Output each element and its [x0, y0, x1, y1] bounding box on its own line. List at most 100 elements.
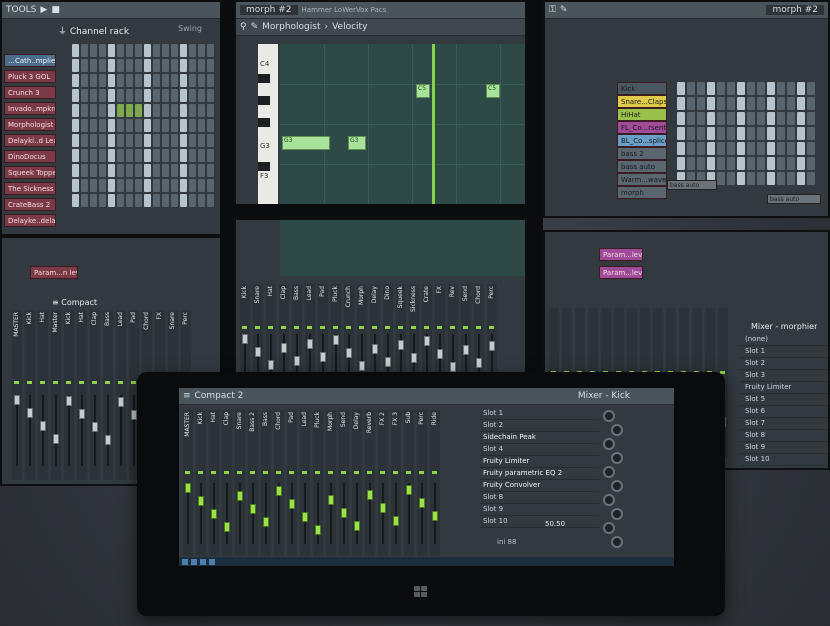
- step-button[interactable]: [757, 127, 765, 140]
- step-button[interactable]: [162, 44, 169, 57]
- step-button[interactable]: [135, 74, 142, 87]
- step-button[interactable]: [787, 142, 795, 155]
- step-button[interactable]: [737, 142, 745, 155]
- insert-slot[interactable]: Slot 2: [741, 358, 827, 370]
- step-button[interactable]: [189, 149, 196, 162]
- step-button[interactable]: [189, 74, 196, 87]
- step-button[interactable]: [99, 89, 106, 102]
- channel-button[interactable]: DinoDocus: [4, 150, 56, 163]
- step-button[interactable]: [153, 134, 160, 147]
- track-button[interactable]: Kick: [617, 82, 667, 95]
- step-button[interactable]: [787, 172, 795, 185]
- step-button[interactable]: [777, 157, 785, 170]
- step-button[interactable]: [135, 194, 142, 207]
- note[interactable]: C5: [416, 84, 430, 98]
- channel-button[interactable]: Invado..mpkrnl: [4, 102, 56, 115]
- step-button[interactable]: [807, 172, 815, 185]
- step-button[interactable]: [81, 89, 88, 102]
- step-button[interactable]: [767, 127, 775, 140]
- step-button[interactable]: [162, 149, 169, 162]
- insert-slot[interactable]: Slot 10: [741, 454, 827, 466]
- step-button[interactable]: [767, 97, 775, 110]
- mixer-strip[interactable]: Bass 2: [248, 410, 258, 556]
- step-button[interactable]: [117, 149, 124, 162]
- step-button[interactable]: [207, 89, 214, 102]
- step-button[interactable]: [697, 142, 705, 155]
- track-button[interactable]: Warm...waves: [617, 173, 667, 186]
- step-button[interactable]: [677, 142, 685, 155]
- param-name[interactable]: Velocity: [332, 22, 367, 32]
- step-button[interactable]: [171, 149, 178, 162]
- step-button[interactable]: [198, 134, 205, 147]
- volume-fader[interactable]: [198, 496, 204, 506]
- step-button[interactable]: [90, 89, 97, 102]
- step-button[interactable]: [180, 119, 187, 132]
- volume-fader[interactable]: [224, 522, 230, 532]
- compact-title[interactable]: Compact 2: [195, 391, 244, 401]
- step-button[interactable]: [797, 127, 805, 140]
- step-button[interactable]: [162, 74, 169, 87]
- volume-fader[interactable]: [432, 511, 438, 521]
- step-button[interactable]: [81, 44, 88, 57]
- step-button[interactable]: [90, 179, 97, 192]
- step-button[interactable]: [737, 172, 745, 185]
- step-button[interactable]: [807, 157, 815, 170]
- step-button[interactable]: [81, 59, 88, 72]
- step-button[interactable]: [207, 44, 214, 57]
- mixer-strip[interactable]: Delay: [370, 284, 380, 382]
- app-icon[interactable]: [200, 558, 206, 565]
- volume-fader[interactable]: [424, 336, 430, 346]
- mixer-strip[interactable]: Lead: [116, 310, 126, 480]
- mixer-strip[interactable]: Pad: [318, 284, 328, 382]
- volume-fader[interactable]: [346, 348, 352, 358]
- step-button[interactable]: [737, 157, 745, 170]
- mixer-strip[interactable]: Chord: [474, 284, 484, 382]
- step-button[interactable]: [81, 149, 88, 162]
- volume-fader[interactable]: [333, 335, 339, 345]
- play-icon[interactable]: ▶: [40, 5, 47, 15]
- step-button[interactable]: [99, 59, 106, 72]
- step-button[interactable]: [117, 164, 124, 177]
- volume-fader[interactable]: [372, 344, 378, 354]
- step-button[interactable]: [162, 104, 169, 117]
- step-button[interactable]: [162, 194, 169, 207]
- step-button[interactable]: [153, 104, 160, 117]
- step-button[interactable]: [677, 112, 685, 125]
- step-button[interactable]: [117, 59, 124, 72]
- mixer-strip[interactable]: Hat: [209, 410, 219, 556]
- mix-knob[interactable]: [611, 480, 623, 492]
- volume-fader[interactable]: [450, 362, 456, 372]
- step-button[interactable]: [677, 157, 685, 170]
- step-button[interactable]: [171, 134, 178, 147]
- mixer-strip[interactable]: Morph: [357, 284, 367, 382]
- mixer-strip[interactable]: Kick: [25, 310, 35, 480]
- insert-slot[interactable]: Slot 4: [479, 444, 599, 456]
- mixer-strip[interactable]: FX 3: [391, 410, 401, 556]
- step-button[interactable]: [126, 59, 133, 72]
- track-button[interactable]: FL_Co...rsent: [617, 121, 667, 134]
- step-button[interactable]: [727, 97, 735, 110]
- channel-button[interactable]: CrateBass 2: [4, 198, 56, 211]
- step-button[interactable]: [99, 179, 106, 192]
- step-button[interactable]: [198, 44, 205, 57]
- note[interactable]: C5: [486, 84, 500, 98]
- step-button[interactable]: [72, 164, 79, 177]
- step-button[interactable]: [707, 112, 715, 125]
- step-button[interactable]: [81, 164, 88, 177]
- step-button[interactable]: [687, 112, 695, 125]
- volume-fader[interactable]: [237, 491, 243, 502]
- mixer-strip[interactable]: Crate: [422, 284, 432, 382]
- channel-button[interactable]: Morphologist: [4, 118, 56, 131]
- pattern-selector[interactable]: morph #2: [240, 5, 298, 15]
- volume-fader[interactable]: [385, 357, 391, 367]
- mixer-strip[interactable]: Send: [461, 284, 471, 382]
- step-button[interactable]: [198, 149, 205, 162]
- app-icon[interactable]: [191, 558, 197, 565]
- step-button[interactable]: [153, 59, 160, 72]
- step-button[interactable]: [757, 97, 765, 110]
- step-button[interactable]: [144, 164, 151, 177]
- step-button[interactable]: [81, 119, 88, 132]
- step-button[interactable]: [117, 119, 124, 132]
- step-button[interactable]: [99, 149, 106, 162]
- step-button[interactable]: [687, 82, 695, 95]
